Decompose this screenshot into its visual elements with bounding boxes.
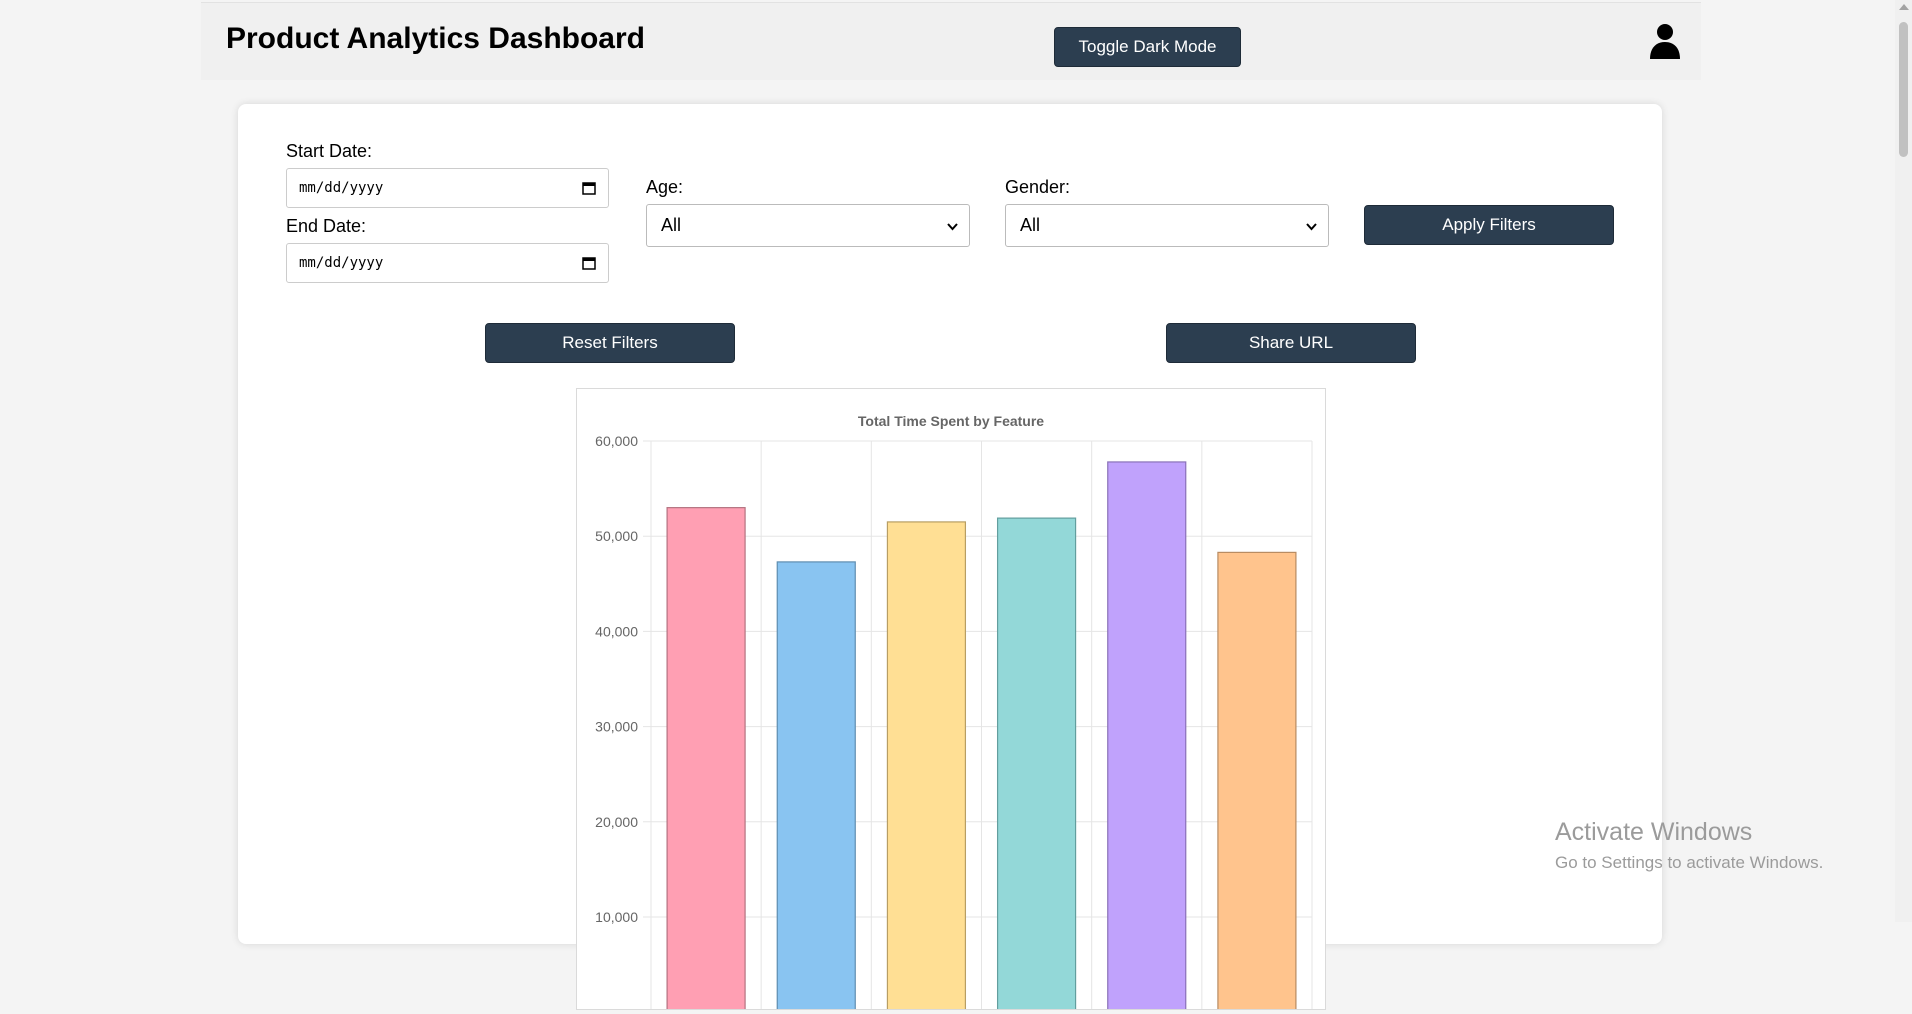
chevron-down-icon [1306, 223, 1317, 231]
gender-select-value: All [1020, 215, 1041, 235]
chart-bar[interactable] [1217, 551, 1297, 1013]
y-tick-label: 40,000 [595, 623, 638, 639]
watermark-line-1: Activate Windows [1555, 818, 1753, 846]
end-date-input[interactable]: mm/dd/yyyy [286, 243, 609, 283]
calendar-icon[interactable] [582, 256, 596, 270]
chart-bar[interactable] [666, 507, 746, 1013]
scroll-up-arrow-icon[interactable] [1899, 4, 1909, 10]
start-date-label: Start Date: [286, 141, 373, 161]
calendar-icon[interactable] [582, 181, 596, 195]
reset-filters-button[interactable]: Reset Filters [485, 323, 735, 363]
end-date-label: End Date: [286, 216, 367, 236]
apply-filters-button[interactable]: Apply Filters [1364, 205, 1614, 245]
chart-container: Total Time Spent by Feature 60,000 50,000… [576, 388, 1326, 1014]
header: Product Analytics Dashboard Toggle Dark … [201, 2, 1701, 80]
chart-bar[interactable] [1107, 461, 1187, 1013]
watermark-line-2: Go to Settings to activate Windows. [1555, 853, 1824, 872]
y-tick-label: 50,000 [595, 528, 638, 544]
activate-windows-watermark: Activate Windows Go to Settings to activ… [1555, 818, 1823, 873]
chevron-down-icon [947, 223, 958, 231]
y-tick-label: 60,000 [595, 433, 638, 449]
y-tick-label: 10,000 [595, 909, 638, 925]
y-tick-label: 30,000 [595, 719, 638, 735]
gender-label: Gender: [1005, 177, 1071, 197]
dashboard-card: Start Date: mm/dd/yyyy End Date: mm/dd/y… [238, 104, 1662, 1014]
age-label: Age: [646, 177, 684, 197]
vertical-scrollbar[interactable] [1895, 0, 1912, 922]
age-select-value: All [661, 215, 682, 235]
toggle-dark-mode-button[interactable]: Toggle Dark Mode [1054, 27, 1241, 67]
age-select[interactable]: All [646, 204, 970, 247]
end-date-placeholder: mm/dd/yyyy [299, 255, 384, 271]
chart-bar[interactable] [776, 561, 856, 1013]
chart-title: Total Time Spent by Feature [858, 413, 1044, 429]
y-tick-label: 20,000 [595, 814, 638, 830]
scroll-thumb[interactable] [1899, 22, 1908, 157]
gender-select[interactable]: All [1005, 204, 1329, 247]
page-title: Product Analytics Dashboard [226, 22, 645, 55]
start-date-placeholder: mm/dd/yyyy [299, 180, 384, 196]
chart-bar[interactable] [996, 517, 1077, 1013]
share-url-button[interactable]: Share URL [1166, 323, 1416, 363]
chart-bar[interactable] [886, 521, 967, 1013]
user-icon[interactable] [1648, 23, 1682, 59]
start-date-input[interactable]: mm/dd/yyyy [286, 168, 609, 208]
bar-chart: Total Time Spent by Feature 60,000 50,000… [595, 413, 1313, 1014]
